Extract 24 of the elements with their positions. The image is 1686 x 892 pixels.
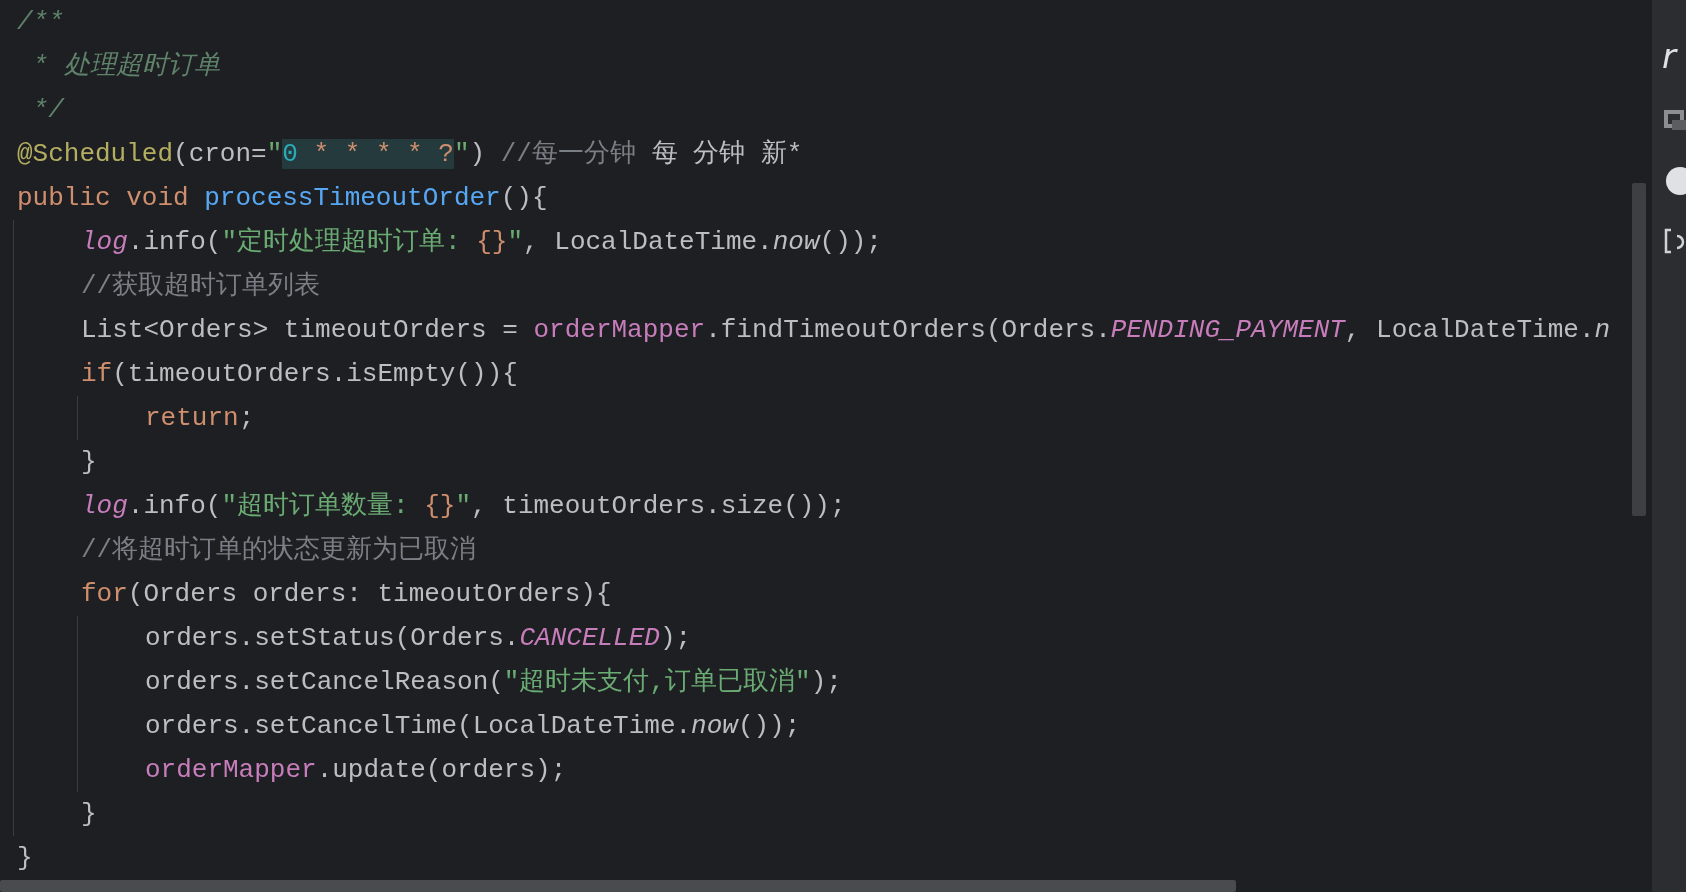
code-line: return;	[145, 402, 255, 435]
code-line: orderMapper.update(orders);	[145, 754, 567, 787]
code-line: log.info("超时订单数量: {}", timeoutOrders.size());	[81, 490, 846, 523]
code-line: @Scheduled(cron="0 * * * * ?") //每一分钟 每 分钟 新*	[17, 138, 803, 171]
code-line: }	[81, 446, 97, 479]
horizontal-scrollbar[interactable]	[0, 880, 1236, 892]
code-line: * 处理超时订单	[31, 50, 220, 83]
code-line: }	[81, 798, 97, 831]
code-line: log.info("定时处理超时订单: {}", LocalDateTime.now());	[81, 226, 882, 259]
code-line: */	[31, 94, 64, 127]
code-line: //获取超时订单列表	[81, 270, 321, 303]
bracket-icon[interactable]	[1662, 226, 1686, 256]
code-line: if(timeoutOrders.isEmpty()){	[81, 358, 518, 391]
code-line: }	[17, 842, 33, 875]
code-line: orders.setCancelTime(LocalDateTime.now());	[145, 710, 801, 743]
code-line: for(Orders orders: timeoutOrders){	[81, 578, 612, 611]
code-line: /**	[17, 6, 64, 39]
code-line: public void processTimeoutOrder(){	[17, 182, 548, 215]
code-line: orders.setStatus(Orders.CANCELLED);	[145, 622, 692, 655]
code-line: //将超时订单的状态更新为已取消	[81, 534, 477, 567]
side-panel-label: r	[1662, 36, 1679, 76]
code-line: List<Orders> timeoutOrders = orderMapper.findTimeoutOrders(Orders.PENDING_PAYMENT, LocalDateTime.n	[81, 314, 1611, 347]
code-line: orders.setCancelReason("超时未支付,订单已取消");	[145, 666, 842, 699]
vertical-scrollbar[interactable]	[1632, 183, 1646, 516]
